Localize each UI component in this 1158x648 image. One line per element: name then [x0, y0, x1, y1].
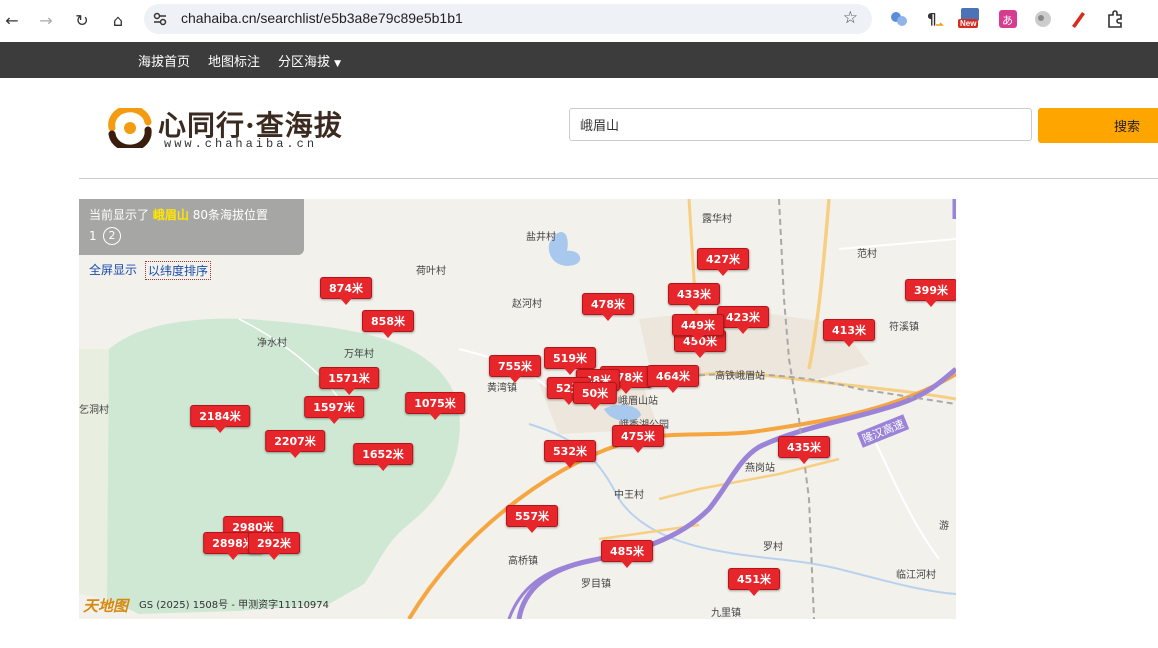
elevation-marker[interactable]: 413米 — [823, 319, 875, 347]
elevation-marker[interactable]: 557米 — [506, 505, 558, 533]
place-label: 罗村 — [763, 542, 783, 553]
place-label: 九里镇 — [711, 608, 741, 619]
pen-extension-icon[interactable] — [1068, 9, 1088, 29]
elevation-marker[interactable]: 399米 — [905, 279, 956, 307]
place-label: 高铁峨眉站 — [715, 371, 765, 382]
nav-map-mark-link[interactable]: 地图标注 — [208, 51, 260, 70]
elevation-marker[interactable]: 1597米 — [304, 396, 364, 424]
nav-region-dropdown[interactable]: 分区海拔 ▼ — [278, 51, 341, 70]
place-label: 荷叶村 — [416, 266, 446, 277]
svg-text:¶: ¶ — [927, 10, 937, 28]
extensions-puzzle-icon[interactable] — [1105, 9, 1125, 29]
place-label: 乞洞村 — [79, 405, 109, 416]
elevation-marker[interactable]: 2207米 — [265, 430, 325, 458]
elevation-marker[interactable]: 423米 — [717, 306, 769, 334]
place-label: 盐井村 — [526, 232, 556, 243]
elevation-marker[interactable]: 874米 — [320, 277, 372, 305]
summary-count: 80条海拔位置 — [192, 208, 268, 222]
header-divider — [79, 178, 1158, 179]
place-label: 游 — [939, 521, 949, 532]
caret-down-icon: ▼ — [334, 59, 342, 69]
browser-toolbar: ← → ↻ ⌂ chahaiba.cn/searchlist/e5b3a8e79… — [0, 0, 1158, 43]
pet-extension-icon[interactable] — [1033, 9, 1053, 29]
place-label: 净水村 — [257, 338, 287, 349]
elevation-marker[interactable]: 449米 — [672, 314, 724, 342]
reload-icon[interactable]: ↻ — [70, 8, 94, 32]
elevation-marker[interactable]: 478米 — [582, 293, 634, 321]
site-settings-icon[interactable] — [152, 11, 168, 27]
place-label: 峨眉山站 — [618, 396, 658, 407]
dictionary-extension-icon[interactable]: あ — [998, 9, 1018, 29]
place-label: 中王村 — [614, 490, 644, 501]
page-2-current[interactable]: 2 — [103, 227, 121, 245]
tianditu-logo: 天地图 — [83, 597, 129, 615]
elevation-marker[interactable]: 292米 — [248, 532, 300, 560]
forward-icon[interactable]: → — [34, 8, 58, 32]
nav-home-link[interactable]: 海拔首页 — [138, 51, 190, 70]
logo-url: www.chahaiba.cn — [164, 137, 318, 151]
elevation-marker[interactable]: 532米 — [544, 440, 596, 468]
map-copyright: GS (2025) 1508号 - 甲测资字11110974 — [139, 600, 330, 611]
site-logo[interactable]: 心同行·查海拔 www.chahaiba.cn — [106, 104, 356, 156]
new-badge: New — [958, 19, 979, 28]
search-input[interactable] — [569, 108, 1032, 141]
bookmark-star-icon[interactable]: ☆ — [843, 8, 858, 28]
elevation-marker[interactable]: 1571米 — [319, 367, 379, 395]
elevation-marker[interactable]: 433米 — [668, 283, 720, 311]
address-bar[interactable]: chahaiba.cn/searchlist/e5b3a8e79c89e5b1b… — [144, 4, 872, 34]
site-navigation: 海拔首页 地图标注 分区海拔 ▼ — [0, 42, 1158, 78]
fullscreen-link[interactable]: 全屏显示 — [89, 261, 137, 278]
result-summary: 当前显示了 峨眉山 80条海拔位置 — [89, 206, 268, 223]
home-icon[interactable]: ⌂ — [106, 8, 130, 32]
elevation-marker[interactable]: 464米 — [647, 365, 699, 393]
elevation-marker[interactable]: 451米 — [728, 568, 780, 596]
place-label: 范村 — [857, 249, 877, 260]
logo-mark-icon — [108, 108, 152, 148]
url-text: chahaiba.cn/searchlist/e5b3a8e79c89e5b1b… — [181, 10, 463, 26]
elevation-marker[interactable]: 485米 — [601, 540, 653, 568]
place-label: 万年村 — [344, 349, 374, 360]
news-extension-icon[interactable]: New — [958, 6, 984, 32]
back-icon[interactable]: ← — [0, 8, 24, 32]
elevation-marker[interactable]: 1652米 — [353, 443, 413, 471]
page-1-link[interactable]: 1 — [89, 229, 97, 243]
place-label: 高桥镇 — [508, 556, 538, 567]
sort-by-latitude-link[interactable]: 以纬度排序 — [145, 261, 212, 280]
place-label: 露华村 — [702, 214, 732, 225]
summary-prefix: 当前显示了 — [89, 208, 150, 222]
place-label: 临江河村 — [896, 570, 936, 581]
elevation-marker[interactable]: 2184米 — [190, 405, 250, 433]
paragraph-extension-icon[interactable]: ¶ — [924, 9, 944, 29]
place-label: 燕岗站 — [745, 463, 775, 474]
nav-region-label: 分区海拔 — [278, 55, 331, 70]
result-info-panel: 当前显示了 峨眉山 80条海拔位置 1 2 — [79, 199, 304, 255]
svg-text:あ: あ — [1002, 14, 1013, 27]
elevation-marker[interactable]: 427米 — [697, 248, 749, 276]
elevation-marker[interactable]: 519米 — [544, 347, 596, 375]
elevation-marker[interactable]: 50米 — [572, 382, 618, 410]
translate-extension-icon[interactable] — [889, 9, 909, 29]
summary-keyword: 峨眉山 — [152, 208, 189, 222]
elevation-marker[interactable]: 475米 — [612, 425, 664, 453]
search-button[interactable]: 搜索 — [1038, 108, 1158, 143]
elevation-marker[interactable]: 435米 — [778, 436, 830, 464]
elevation-marker[interactable]: 755米 — [489, 355, 541, 383]
elevation-marker[interactable]: 1075米 — [405, 392, 465, 420]
place-label: 符溪镇 — [889, 322, 919, 333]
place-label: 赵河村 — [512, 299, 542, 310]
elevation-map[interactable]: 露华村 盐井村 荷叶村 赵河村 范村 符溪镇 净水村 万年村 高铁峨眉站 黄湾镇… — [79, 199, 956, 619]
place-label: 罗目镇 — [581, 579, 611, 590]
elevation-marker[interactable]: 858米 — [362, 310, 414, 338]
